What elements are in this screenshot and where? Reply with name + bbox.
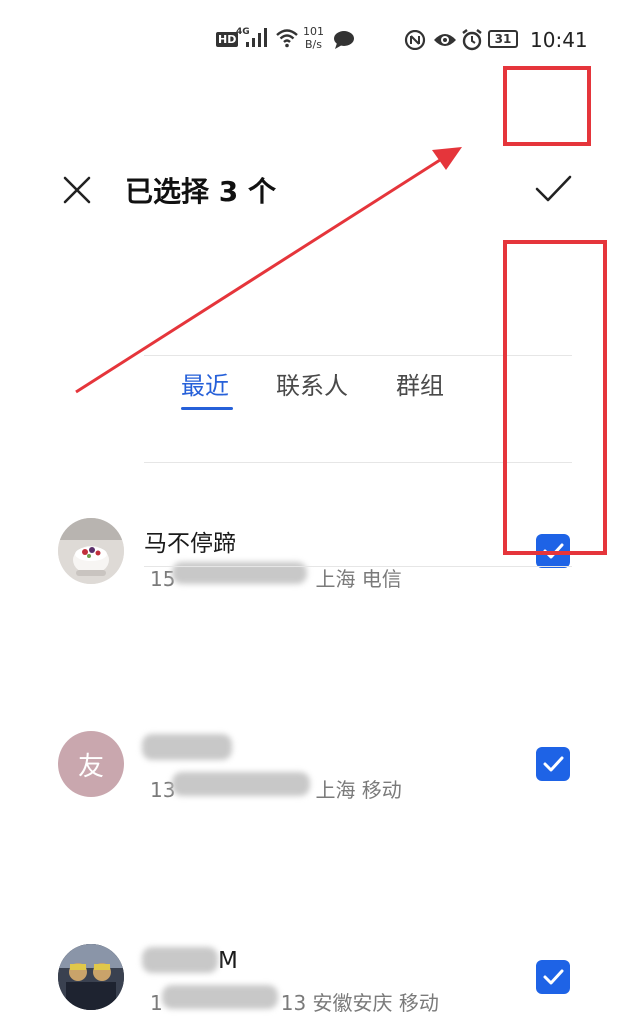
avatar — [58, 944, 124, 1010]
redaction-blur — [172, 772, 310, 796]
wifi-icon — [276, 29, 298, 48]
speed-unit: B/s — [305, 38, 322, 51]
annotation-box-checkboxes — [503, 240, 607, 555]
people-photo — [58, 944, 124, 1010]
battery-icon: 31 — [488, 30, 518, 48]
phone-number-prefix: 1 — [150, 991, 163, 1015]
redaction-blur — [162, 985, 278, 1009]
carrier-location: 上海 移动 — [315, 778, 402, 802]
contact-name: M — [218, 948, 238, 974]
checkmark-icon — [543, 756, 564, 772]
alarm-icon — [462, 29, 482, 51]
avatar: 友 — [58, 731, 124, 797]
divider — [144, 566, 572, 567]
signal-icon — [246, 28, 267, 47]
redaction-blur — [142, 947, 218, 973]
network-speed: 101 B/s — [303, 25, 324, 51]
eye-comfort-icon — [434, 34, 456, 46]
redaction-blur — [142, 734, 232, 760]
phone-number-suffix: 13 — [280, 991, 307, 1015]
annotation-box-confirm — [503, 66, 591, 146]
checkmark-icon — [543, 969, 564, 985]
clock: 10:41 — [530, 28, 588, 52]
contact-checkbox[interactable] — [536, 960, 570, 994]
carrier-location: 上海 电信 — [315, 567, 402, 591]
speed-value: 101 — [303, 25, 324, 38]
hd-icon: HD — [216, 32, 239, 47]
contact-checkbox[interactable] — [536, 747, 570, 781]
tab-bar: 最近 联系人 群组 — [0, 180, 635, 410]
message-icon — [334, 31, 354, 49]
carrier-location: 安徽安庆 移动 — [312, 991, 439, 1015]
avatar-initial: 友 — [77, 751, 104, 782]
nfc-icon — [404, 30, 426, 50]
